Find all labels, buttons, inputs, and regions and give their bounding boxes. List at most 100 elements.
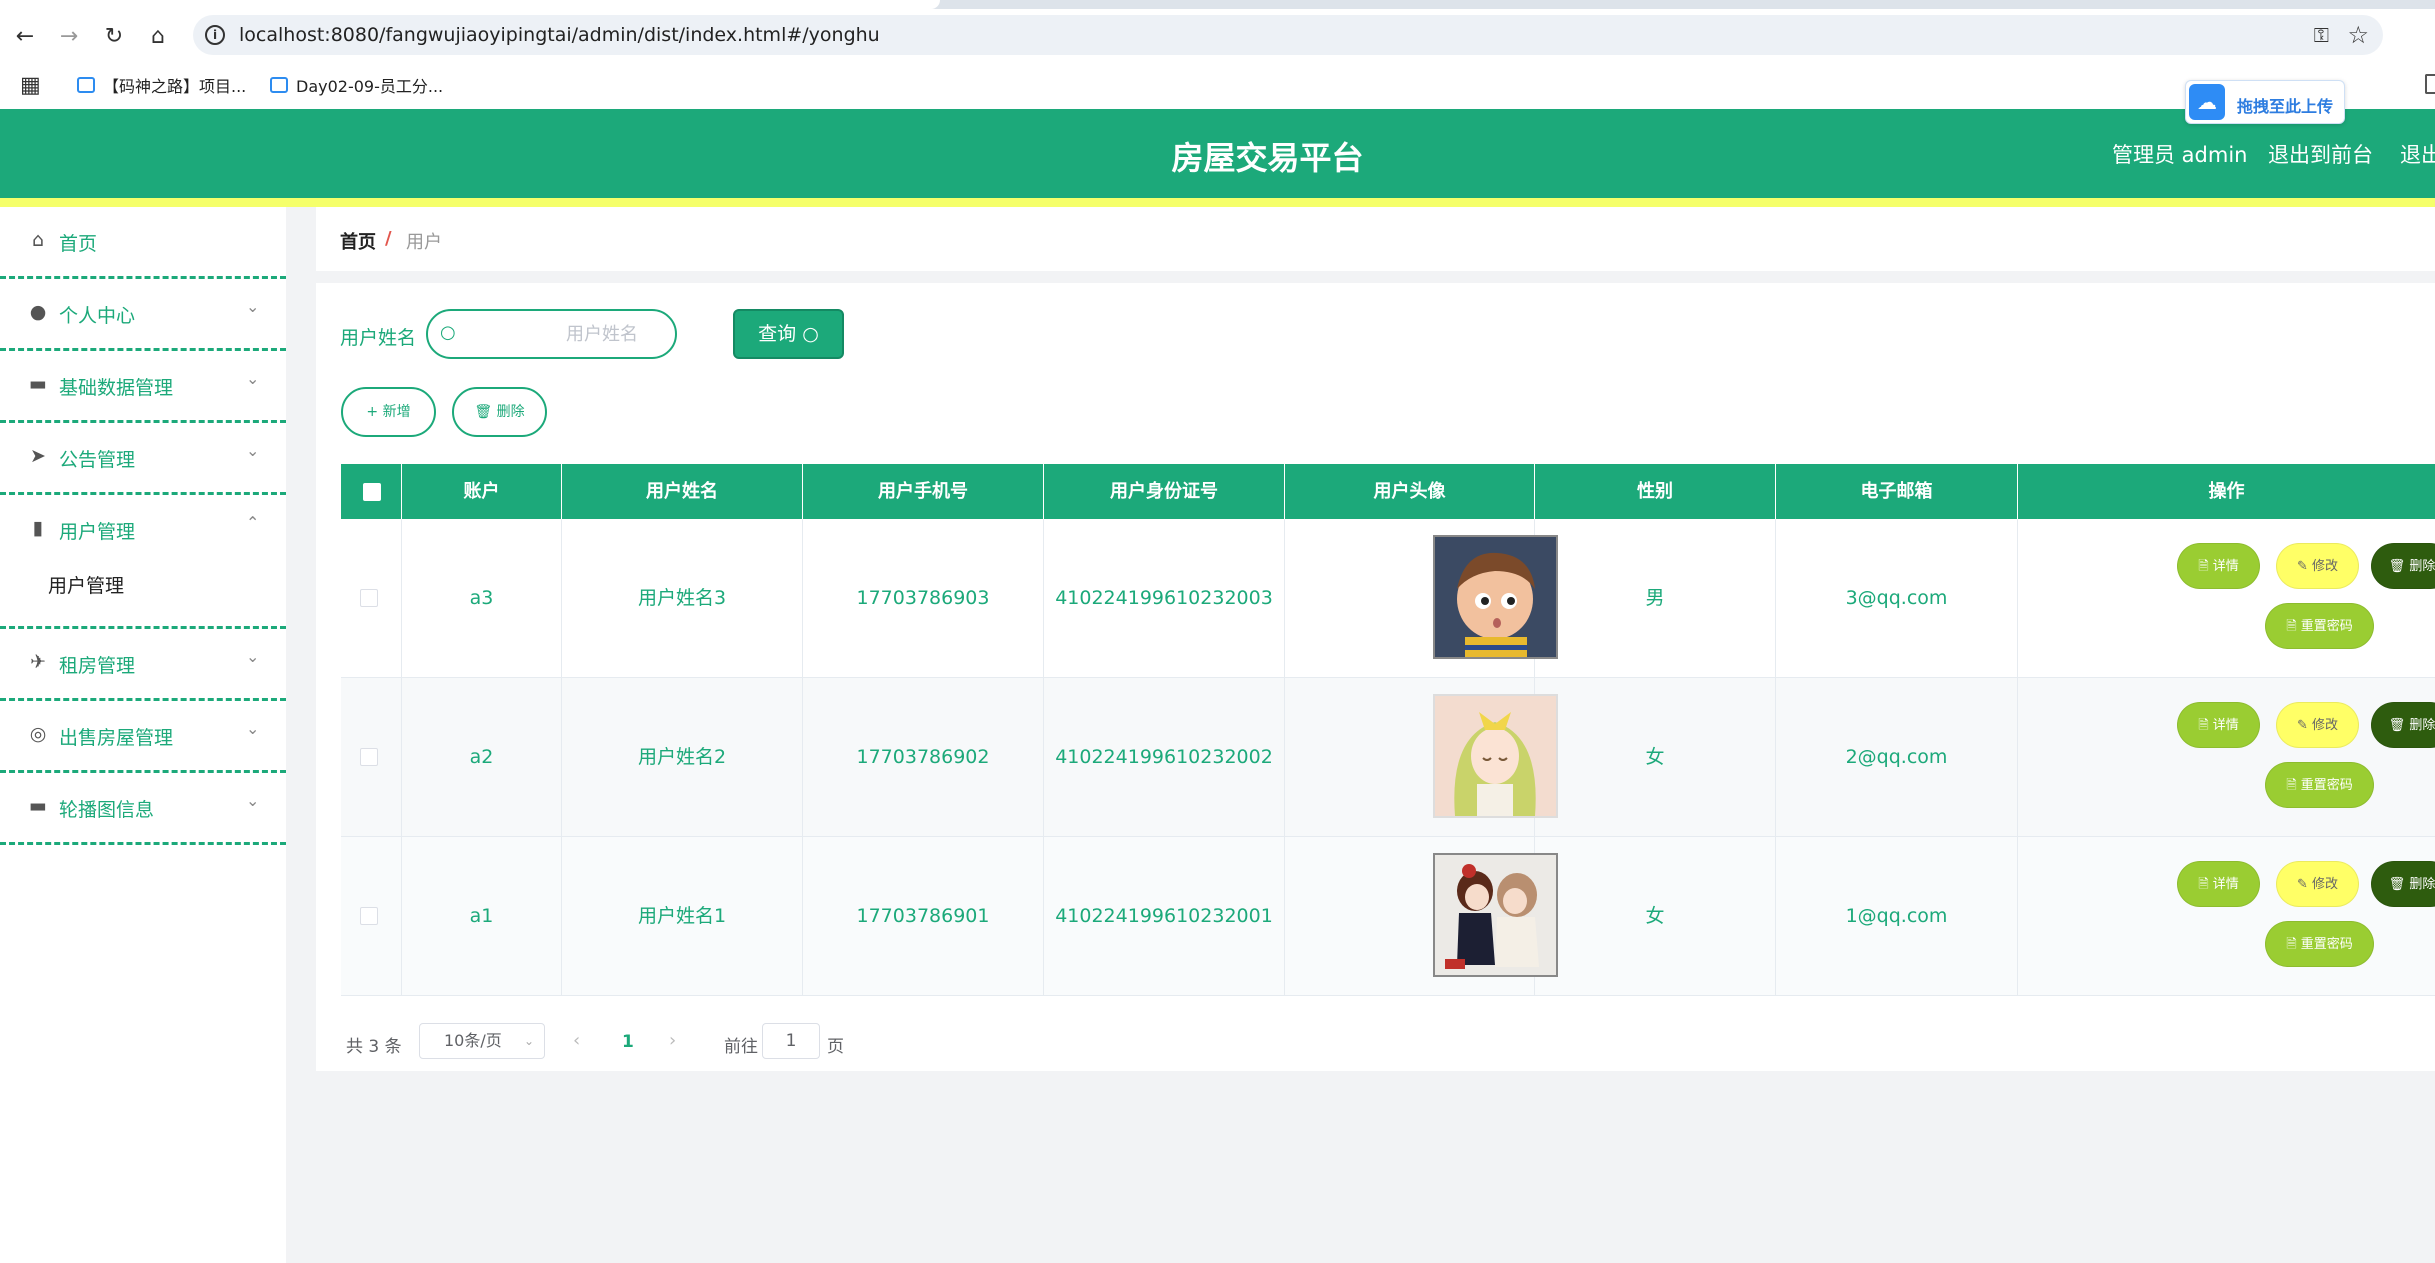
breadcrumb-current: 用户	[406, 232, 442, 253]
search-field[interactable]: ○	[426, 309, 677, 359]
select-all-checkbox[interactable]	[363, 483, 381, 501]
page-number[interactable]: 1	[622, 1032, 634, 1052]
breadcrumb: 首页 / 用户	[316, 207, 2435, 271]
bulk-delete-button[interactable]: 🗑 删除	[452, 387, 547, 437]
row-select-cell	[341, 678, 402, 837]
sidebar-item-notice[interactable]: ➤ 公告管理 ⌄	[0, 423, 286, 495]
chevron-up-icon: ⌃	[246, 513, 260, 532]
cell-gender: 男	[1535, 519, 1776, 678]
home-browser-icon[interactable]: ⌂	[143, 21, 173, 51]
cell-account: a3	[402, 519, 562, 678]
sidebar-item-users[interactable]: ▮ 用户管理 ⌃ 用户管理	[0, 495, 286, 629]
cell-id-card: 410224199610232003	[1044, 519, 1285, 678]
delete-button[interactable]: 🗑 删除	[2371, 543, 2435, 589]
address-bar[interactable]: i localhost:8080/fangwujiaoyipingtai/adm…	[193, 15, 2383, 55]
reset-password-button[interactable]: 🗎 重置密码	[2265, 762, 2374, 808]
avatar	[1433, 853, 1558, 977]
delete-button[interactable]: 🗑 删除	[2371, 702, 2435, 748]
cell-id-card: 410224199610232002	[1044, 678, 1285, 837]
browser-tab-strip	[0, 0, 2435, 9]
upload-drop-widget[interactable]: ☁ 拖拽至此上传	[2185, 80, 2345, 124]
cell-phone: 17703786902	[803, 678, 1044, 837]
cell-email: 1@qq.com	[1776, 837, 2018, 996]
avatar-boy-image	[1435, 537, 1556, 657]
breadcrumb-home[interactable]: 首页	[340, 228, 376, 254]
reset-password-button[interactable]: 🗎 重置密码	[2265, 921, 2374, 967]
site-info-icon[interactable]: i	[205, 25, 225, 45]
detail-button[interactable]: 🗎 详情	[2177, 702, 2260, 748]
monitor-icon: ▬	[29, 795, 47, 817]
logout-link[interactable]: 退出登录	[2400, 139, 2435, 169]
search-input[interactable]	[468, 321, 668, 347]
detail-label: 详情	[2212, 718, 2239, 733]
edit-button[interactable]: ✎ 修改	[2276, 861, 2359, 907]
next-page-icon[interactable]: ›	[669, 1030, 676, 1051]
reset-password-button[interactable]: 🗎 重置密码	[2265, 603, 2374, 649]
user-icon: ●	[29, 301, 47, 323]
edit-label: 修改	[2312, 718, 2339, 733]
forward-icon[interactable]: →	[54, 21, 84, 51]
search-button-label: 查询	[758, 323, 797, 345]
sidebar-item-carousel[interactable]: ▬ 轮播图信息 ⌄	[0, 773, 286, 845]
exit-to-front-link[interactable]: 退出到前台	[2268, 139, 2373, 169]
apps-grid-icon[interactable]: ▦	[20, 73, 41, 98]
bookmark-folder-icon[interactable]	[2425, 74, 2435, 94]
sidebar-item-basic-data[interactable]: ▬ 基础数据管理 ⌄	[0, 351, 286, 423]
delete-label: 删除	[2409, 718, 2435, 733]
paper-plane-icon: ✈	[30, 651, 46, 673]
bookmark-item[interactable]: Day02-09-员工分...	[270, 73, 443, 97]
table-row: a3 用户姓名3 17703786903 410224199610232003 …	[341, 519, 2435, 678]
column-header: 用户姓名	[562, 464, 803, 519]
reload-icon[interactable]: ↻	[99, 21, 129, 51]
page-size-value: 10条/页	[444, 1031, 502, 1050]
table-header: 账户 用户姓名 用户手机号 用户身份证号 用户头像 性别 电子邮箱 操作	[341, 464, 2435, 519]
page-size-select[interactable]: 10条/页 ⌄	[419, 1023, 545, 1059]
cell-id-card: 410224199610232001	[1044, 837, 1285, 996]
avatar	[1433, 535, 1558, 659]
search-button[interactable]: 查询 ○	[733, 309, 844, 359]
column-header: 性别	[1535, 464, 1776, 519]
breadcrumb-separator: /	[385, 228, 392, 249]
edit-button[interactable]: ✎ 修改	[2276, 702, 2359, 748]
back-icon[interactable]: ←	[10, 21, 40, 51]
submenu-item-user-management[interactable]: 用户管理	[48, 571, 124, 598]
cloud-icon: ☁	[2189, 84, 2225, 120]
add-button[interactable]: + 新增	[341, 387, 436, 437]
goto-unit: 页	[827, 1037, 844, 1057]
star-icon[interactable]: ☆	[2347, 21, 2369, 49]
chevron-down-icon: ⌄	[246, 441, 260, 460]
edit-button[interactable]: ✎ 修改	[2276, 543, 2359, 589]
bar-chart-icon: ▮	[32, 517, 44, 539]
detail-button[interactable]: 🗎 详情	[2177, 543, 2260, 589]
cell-phone: 17703786903	[803, 519, 1044, 678]
sidebar-item-sale[interactable]: ◎ 出售房屋管理 ⌄	[0, 701, 286, 773]
sidebar-item-rental[interactable]: ✈ 租房管理 ⌄	[0, 629, 286, 701]
url-text[interactable]: localhost:8080/fangwujiaoyipingtai/admin…	[239, 24, 880, 46]
bookmark-label: 【码神之路】项目...	[103, 77, 247, 96]
avatar	[1433, 694, 1558, 818]
header-select-all-cell	[341, 464, 402, 519]
add-button-label: 新增	[382, 404, 411, 420]
sidebar-item-label: 基础数据管理	[59, 377, 174, 399]
sidebar-item-profile[interactable]: ● 个人中心 ⌄	[0, 279, 286, 351]
prev-page-icon[interactable]: ‹	[573, 1030, 580, 1051]
goto-page-input[interactable]: 1	[762, 1023, 820, 1059]
sidebar: ⌂ 首页 ● 个人中心 ⌄ ▬ 基础数据管理 ⌄ ➤ 公告管理 ⌄ ▮ 用户管理…	[0, 207, 286, 1263]
key-icon[interactable]: ⚿	[2314, 23, 2329, 47]
row-checkbox[interactable]	[360, 907, 378, 925]
bookmark-item[interactable]: 【码神之路】项目...	[77, 73, 246, 97]
sidebar-item-label: 个人中心	[59, 305, 136, 327]
sidebar-item-label: 出售房屋管理	[59, 727, 174, 749]
delete-button[interactable]: 🗑 删除	[2371, 861, 2435, 907]
main-content: 用户姓名 ○ 查询 ○ + 新增 🗑 删除 账户 用户姓名 用户手机号 用户身份…	[316, 283, 2435, 1071]
admin-label: 管理员 admin	[2112, 143, 2248, 167]
row-checkbox[interactable]	[360, 589, 378, 607]
browser-active-tab[interactable]	[0, 0, 940, 9]
row-checkbox[interactable]	[360, 748, 378, 766]
detail-button[interactable]: 🗎 详情	[2177, 861, 2260, 907]
column-header: 用户手机号	[803, 464, 1044, 519]
app-title: 房屋交易平台	[1171, 139, 1364, 177]
sidebar-item-home[interactable]: ⌂ 首页	[0, 207, 286, 279]
column-header: 账户	[402, 464, 562, 519]
column-header: 操作	[2208, 481, 2245, 502]
